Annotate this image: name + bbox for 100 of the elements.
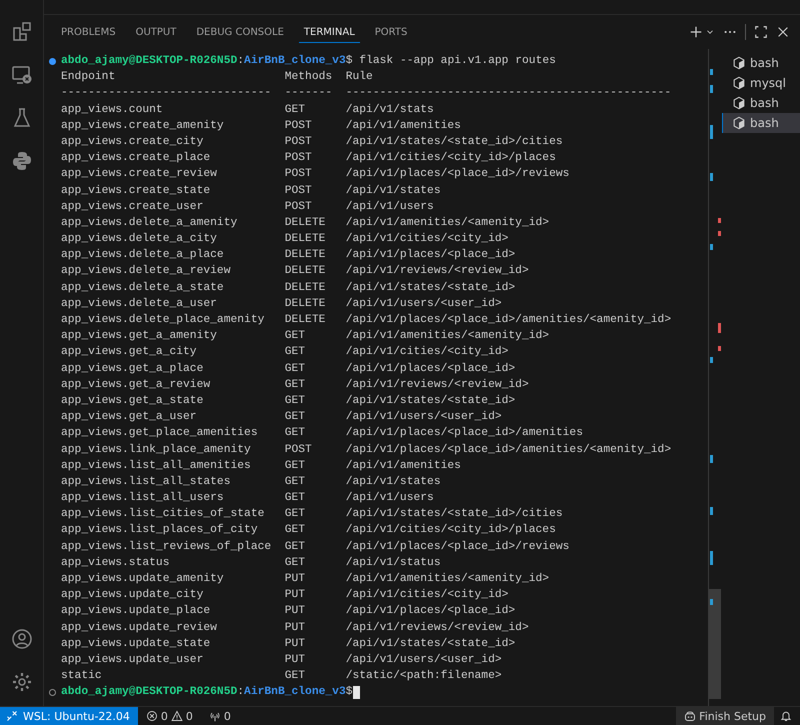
route-method: GET xyxy=(284,102,306,118)
route-method: POST xyxy=(284,200,312,215)
terminal-list-item[interactable]: mysql xyxy=(722,73,800,93)
route-method: GET xyxy=(284,378,306,393)
maximize-icon[interactable] xyxy=(754,25,768,39)
route-rule: /api/v1/places/<place_id>/reviews xyxy=(346,166,570,182)
route-endpoint: app_views.list_all_users xyxy=(61,490,224,506)
text-cursor xyxy=(352,686,360,699)
route-method: GET xyxy=(284,345,306,360)
route-endpoint: app_views.get_a_place xyxy=(61,362,204,377)
command-status-dot[interactable] xyxy=(49,58,56,65)
panel-tab[interactable]: PROBLEMS xyxy=(56,22,121,42)
route-method: GET xyxy=(284,540,306,555)
route-rule: /api/v1/users xyxy=(346,200,434,215)
route-rule: /api/v1/cities/<city_id>/places xyxy=(346,522,556,538)
terminal-list-item[interactable]: bash xyxy=(722,53,800,73)
route-endpoint: app_views.update_city xyxy=(61,588,204,604)
route-method: GET xyxy=(284,491,306,506)
route-method: GET xyxy=(284,507,306,522)
route-rule: /api/v1/users xyxy=(346,490,434,506)
route-method: DELETE xyxy=(284,216,326,231)
route-rule: /api/v1/reviews/<review_id> xyxy=(346,620,529,636)
route-method: GET xyxy=(284,329,306,344)
route-rule: /api/v1/cities/<city_id>/places xyxy=(346,150,556,166)
error-icon xyxy=(146,710,158,722)
route-rule: /api/v1/users/<user_id> xyxy=(346,410,502,426)
route-rule: /api/v1/states/<state_id> xyxy=(346,394,516,409)
command-line: abdo_ajamy@DESKTOP-R026N5D:AirBnB_clone_v3$ flask --app api.v1.app routes xyxy=(49,53,708,70)
route-rule: /api/v1/amenities/<amenity_id> xyxy=(346,572,550,587)
route-method: GET xyxy=(284,362,306,377)
route-endpoint: app_views.status xyxy=(61,556,170,571)
route-rule: /api/v1/status xyxy=(346,556,441,571)
route-rule: /api/v1/users/<user_id> xyxy=(346,296,502,312)
route-endpoint: app_views.create_city xyxy=(61,134,204,150)
route-rule: /api/v1/states/<state_id>/cities xyxy=(346,134,563,150)
dash-rule: ------------------------------------------------ xyxy=(346,86,672,102)
terminal-list-item[interactable]: bash xyxy=(722,113,800,133)
prompt-line: abdo_ajamy@DESKTOP-R026N5D:AirBnB_clone_v3$ xyxy=(61,684,353,700)
command-status-dot[interactable] xyxy=(49,688,56,696)
route-endpoint: app_views.update_place xyxy=(61,604,210,620)
problems-status-button[interactable]: 0 0 xyxy=(138,707,201,725)
route-method: PUT xyxy=(284,620,306,636)
route-rule: /api/v1/states/<state_id> xyxy=(346,280,516,296)
route-rule: /api/v1/places/<place_id> xyxy=(346,604,516,620)
column-header: Endpoint xyxy=(61,70,116,86)
route-method: GET xyxy=(284,474,306,490)
route-method: PUT xyxy=(284,588,306,604)
panel-tab[interactable]: TERMINAL xyxy=(298,22,360,42)
route-endpoint: app_views.update_amenity xyxy=(61,572,224,587)
route-method: GET xyxy=(284,669,306,684)
warning-icon xyxy=(170,710,183,722)
remote-icon xyxy=(6,710,18,722)
route-method: POST xyxy=(284,134,312,150)
finish-setup-button[interactable]: Finish Setup xyxy=(676,707,774,725)
route-endpoint: app_views.get_place_amenities xyxy=(61,426,258,442)
route-rule: /api/v1/amenities xyxy=(346,118,461,134)
route-rule: /api/v1/amenities/<amenity_id> xyxy=(346,216,550,231)
route-method: PUT xyxy=(284,636,306,652)
terminal-icon xyxy=(732,56,746,70)
route-rule: /api/v1/states/<state_id> xyxy=(346,636,516,652)
route-endpoint: app_views.update_state xyxy=(61,636,210,652)
route-rule: /api/v1/places/<place_id>/reviews xyxy=(346,540,570,555)
panel-tab[interactable]: OUTPUT xyxy=(130,22,182,42)
bell-icon[interactable] xyxy=(780,710,792,722)
route-rule: /api/v1/states/<state_id>/cities xyxy=(346,506,563,522)
route-endpoint: app_views.delete_a_amenity xyxy=(61,216,238,231)
route-endpoint: static xyxy=(61,668,102,684)
route-rule: /api/v1/places/<place_id> xyxy=(346,362,516,377)
ports-status-button[interactable]: 0 xyxy=(200,707,239,725)
dash-rule: ------- xyxy=(284,86,332,102)
route-method: POST xyxy=(284,118,312,134)
route-endpoint: app_views.delete_a_state xyxy=(61,280,224,296)
route-endpoint: app_views.get_a_state xyxy=(61,394,204,409)
column-header: Rule xyxy=(346,70,373,86)
close-icon[interactable] xyxy=(776,25,790,39)
route-endpoint: app_views.get_a_user xyxy=(61,410,197,426)
route-method: GET xyxy=(284,556,306,571)
route-rule: /api/v1/reviews/<review_id> xyxy=(346,264,529,280)
panel-tab[interactable]: DEBUG CONSOLE xyxy=(191,22,289,42)
route-method: GET xyxy=(284,458,306,474)
route-method: DELETE xyxy=(284,248,326,264)
route-method: PUT xyxy=(284,652,306,668)
route-endpoint: app_views.link_place_amenity xyxy=(61,442,251,458)
route-rule: /api/v1/places/<place_id>/amenities xyxy=(346,426,583,442)
account-icon[interactable] xyxy=(10,627,34,651)
remote-status-button[interactable]: WSL: Ubuntu-22.04 xyxy=(0,707,138,725)
route-endpoint: app_views.get_a_city xyxy=(61,344,197,360)
panel-tab[interactable]: PORTS xyxy=(370,22,412,42)
terminal-list-item[interactable]: bash xyxy=(722,93,800,113)
route-method: POST xyxy=(284,442,312,458)
route-rule: /api/v1/places/<place_id>/amenities/<amenity_id> xyxy=(346,312,672,328)
new-terminal-icon[interactable] xyxy=(689,25,703,39)
route-method: GET xyxy=(284,394,306,409)
route-endpoint: app_views.create_state xyxy=(61,184,210,198)
route-endpoint: app_views.list_places_of_city xyxy=(61,522,258,538)
route-endpoint: app_views.create_user xyxy=(61,200,204,215)
route-method: DELETE xyxy=(284,296,326,312)
route-endpoint: app_views.create_amenity xyxy=(61,118,224,134)
route-endpoint: app_views.list_all_amenities xyxy=(61,458,251,474)
route-endpoint: app_views.delete_a_city xyxy=(61,232,217,248)
